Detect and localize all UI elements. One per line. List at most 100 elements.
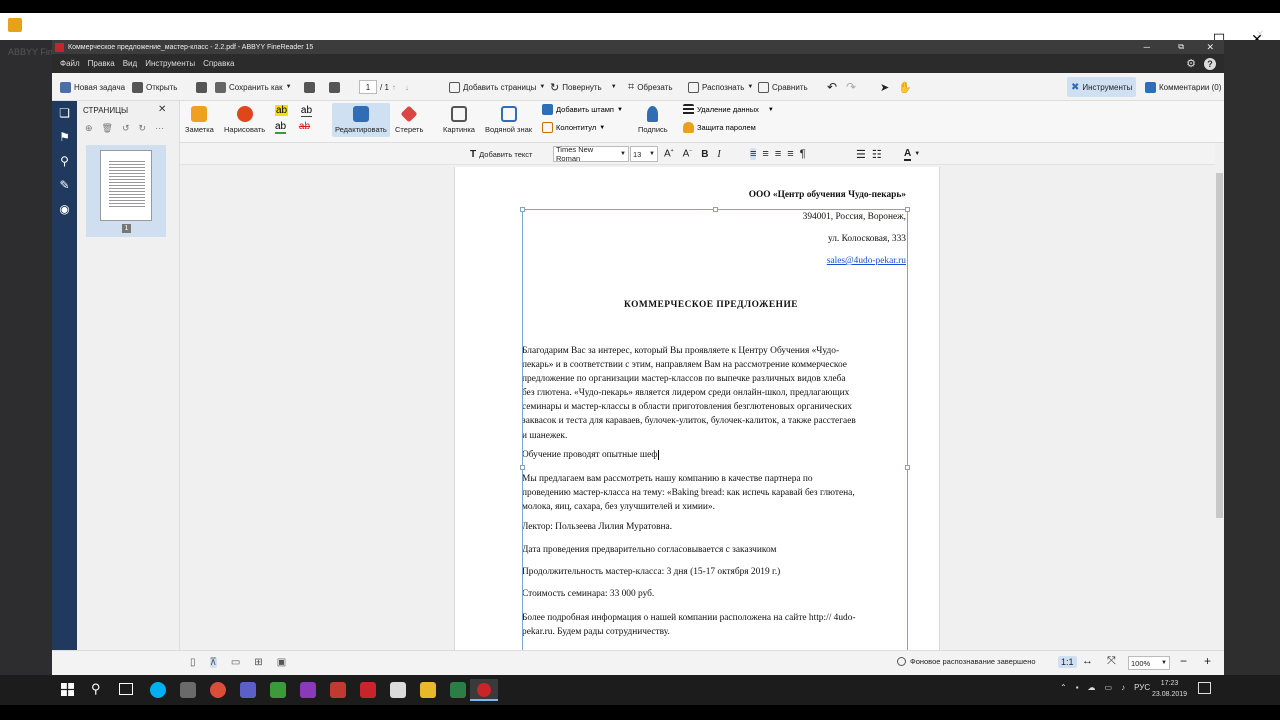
app-icon[interactable] xyxy=(330,682,346,698)
crop-button[interactable]: ⌗ Обрезать xyxy=(628,77,673,97)
task-view-icon[interactable] xyxy=(119,683,133,695)
resize-handle[interactable] xyxy=(905,465,910,470)
save-as-button[interactable]: Сохранить как ▼ xyxy=(215,77,292,97)
app-icon[interactable] xyxy=(450,682,466,698)
zoom-in-icon[interactable]: + xyxy=(1204,654,1211,668)
font-size-select[interactable]: 13 ▼ xyxy=(630,146,658,162)
grow-font-icon[interactable]: A+ xyxy=(664,148,674,159)
two-page-icon[interactable]: ▭ xyxy=(231,657,240,668)
scroll-thumb[interactable] xyxy=(1216,173,1223,518)
clock[interactable]: 17:23 23.08.2019 xyxy=(1152,678,1187,700)
page-thumbnail[interactable]: 1 xyxy=(86,145,166,237)
outer-close-icon[interactable]: ✕ xyxy=(1256,29,1264,40)
pages-icon[interactable]: ❏ xyxy=(58,107,71,120)
paragraph-icon[interactable]: ¶ xyxy=(800,148,806,160)
erase-button[interactable]: Стереть xyxy=(395,105,423,134)
strikethrough-icon[interactable]: ab xyxy=(299,121,310,132)
start-icon[interactable] xyxy=(61,683,74,696)
app-icon[interactable] xyxy=(390,682,406,698)
resize-handle[interactable] xyxy=(520,465,525,470)
tools-button[interactable]: ✖ Инструменты xyxy=(1067,77,1137,97)
fit-width-zoom-icon[interactable]: ↔ xyxy=(1082,655,1093,667)
win-close-icon[interactable]: ✕ xyxy=(1206,42,1214,53)
header-footer-button[interactable]: Колонтитул ▼ xyxy=(542,122,605,133)
italic-icon[interactable]: I xyxy=(717,149,720,160)
rotate-button[interactable]: ↻ Повернуть ▼ xyxy=(550,77,617,97)
add-pages-button[interactable]: Добавить страницы ▼ xyxy=(449,77,545,97)
notifications-icon[interactable] xyxy=(1198,682,1211,694)
compare-button[interactable]: Сравнить xyxy=(758,77,808,97)
new-task-button[interactable]: Новая задача xyxy=(60,77,125,97)
help-icon[interactable]: ? xyxy=(1204,57,1216,70)
volume-icon[interactable]: ♪ xyxy=(1121,683,1125,692)
present-icon[interactable]: ▣ xyxy=(277,657,286,668)
menu-help[interactable]: Справка xyxy=(203,59,234,68)
highlight-icon[interactable]: ab xyxy=(275,105,289,116)
active-app-taskbar[interactable] xyxy=(470,679,498,701)
picture-button[interactable]: Картинка xyxy=(443,106,475,134)
fit-page-zoom-icon[interactable]: ⤧ xyxy=(1107,655,1116,668)
single-page-icon[interactable]: ▯ xyxy=(190,657,196,668)
watermark-button[interactable]: Водяной знак xyxy=(485,106,532,134)
win-restore-icon[interactable]: ⧉ xyxy=(1178,42,1184,52)
explorer-icon[interactable] xyxy=(420,682,436,698)
text-color-button[interactable]: A ▼ xyxy=(904,146,920,162)
document-canvas[interactable]: ООО «Центр обучения Чудо-пекарь» 394001,… xyxy=(180,165,1215,650)
align-center-icon[interactable]: ≡ xyxy=(762,148,768,160)
scroll-view-icon[interactable]: ⊼ xyxy=(209,657,217,668)
draw-button[interactable]: Нарисовать xyxy=(224,106,265,134)
vertical-scrollbar[interactable] xyxy=(1215,143,1224,650)
underline-icon[interactable]: ab xyxy=(300,105,313,117)
language-indicator[interactable]: РУС xyxy=(1134,683,1150,692)
align-right-icon[interactable]: ≡ xyxy=(775,148,781,160)
hand-tool-button[interactable]: ✋ xyxy=(898,77,912,97)
justify-icon[interactable]: ≡ xyxy=(787,148,793,160)
text-block-selection[interactable] xyxy=(520,207,910,650)
menu-tools[interactable]: Инструменты xyxy=(145,59,195,68)
zoom-out-icon[interactable]: − xyxy=(1180,654,1187,668)
chrome-icon[interactable] xyxy=(210,682,226,698)
network-icon[interactable]: ▭ xyxy=(1105,683,1113,692)
teams-icon[interactable] xyxy=(240,682,256,698)
select-tool-button[interactable]: ➤ xyxy=(880,77,889,97)
align-left-icon[interactable]: ≡ xyxy=(750,148,757,160)
redo-button[interactable]: ↷ xyxy=(846,77,856,97)
email-button[interactable] xyxy=(329,77,340,97)
menu-edit[interactable]: Правка xyxy=(88,59,115,68)
attachment-icon[interactable]: ✎ xyxy=(58,179,71,192)
delete-data-button[interactable]: Удаление данных ▼ xyxy=(683,104,774,115)
rotate-right-icon[interactable]: ↻ xyxy=(139,123,147,134)
list-icon[interactable]: ☷ xyxy=(872,148,882,161)
win-minimize-icon[interactable]: ─ xyxy=(1144,42,1150,52)
zoom-select[interactable]: 100% ▼ xyxy=(1128,656,1170,670)
resize-handle[interactable] xyxy=(713,207,718,212)
app-icon[interactable] xyxy=(300,682,316,698)
undo-button[interactable]: ↶ xyxy=(827,77,837,97)
bold-icon[interactable]: B xyxy=(701,149,708,160)
next-page-icon[interactable]: ↓ xyxy=(405,83,409,92)
actual-size-button[interactable]: 1:1 xyxy=(1058,656,1077,668)
search-icon[interactable]: ⚲ xyxy=(91,681,101,697)
bookmark-icon[interactable]: ⚑ xyxy=(58,131,71,144)
page-input[interactable]: 1 xyxy=(359,80,377,94)
add-text-button[interactable]: T Добавить текст xyxy=(470,146,532,162)
menu-file[interactable]: Файл xyxy=(60,59,80,68)
settings-icon[interactable]: ⚙ xyxy=(1186,57,1196,70)
save-icon-button[interactable] xyxy=(196,77,207,97)
squiggle-icon[interactable]: ab xyxy=(275,121,287,134)
menu-view[interactable]: Вид xyxy=(123,59,137,68)
shrink-font-icon[interactable]: A− xyxy=(683,148,693,159)
password-button[interactable]: Защита паролем xyxy=(683,122,756,133)
resize-handle[interactable] xyxy=(905,207,910,212)
note-button[interactable]: Заметка xyxy=(185,106,214,134)
print-button[interactable] xyxy=(304,77,315,97)
finereader-taskbar-icon[interactable] xyxy=(360,682,376,698)
search-icon[interactable]: ⚲ xyxy=(58,155,71,168)
comments-button[interactable]: Комментарии (0) xyxy=(1145,77,1221,97)
app-icon[interactable] xyxy=(180,682,196,698)
more-icon[interactable]: ⋯ xyxy=(155,123,164,134)
sign-button[interactable]: Подпись xyxy=(638,106,668,134)
signature-icon[interactable]: ◉ xyxy=(58,203,71,216)
close-panel-icon[interactable]: ✕ xyxy=(158,104,166,115)
edit-button[interactable]: Редактировать xyxy=(332,103,390,137)
